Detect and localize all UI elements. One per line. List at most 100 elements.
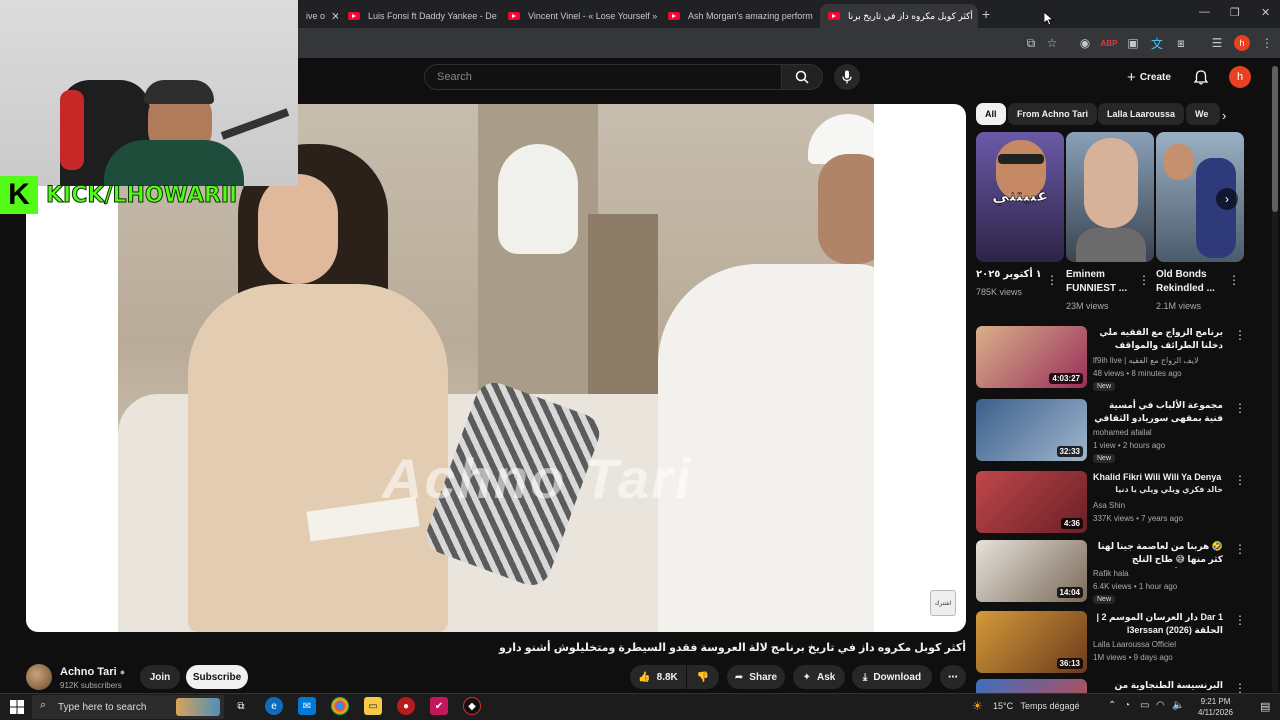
more-vert-icon[interactable]: ⋮ <box>1234 613 1246 627</box>
ask-button[interactable]: ✦ Ask <box>793 665 845 689</box>
list-item[interactable]: البرنسيسة الطنجاوية من التحدية فاتت الحد… <box>976 679 1246 693</box>
cast-icon[interactable]: ⧉ <box>1022 34 1040 52</box>
extension-icon[interactable]: ◉ <box>1076 34 1094 52</box>
close-icon[interactable]: ✕ <box>657 10 658 23</box>
file-explorer-icon[interactable]: ▭ <box>364 697 382 715</box>
channel-name[interactable]: Achno Tari ● <box>60 666 125 678</box>
browser-tab[interactable]: Luis Fonsi ft Daddy Yankee - De ✕ <box>340 4 498 28</box>
browser-tab[interactable]: Ash Morgan's amazing perform ✕ <box>660 4 818 28</box>
battery-icon[interactable]: ▭ <box>1140 700 1149 711</box>
browser-tab-active[interactable]: أكثر كوبل مكروه داز في تاريخ برنا ✕ <box>820 4 978 28</box>
windows-start-icon[interactable] <box>10 700 24 714</box>
volume-icon[interactable]: 🔈 <box>1172 700 1184 711</box>
short-thumbnail[interactable]: غبيتني <box>976 132 1064 262</box>
taskbar-clock[interactable]: 9:21 PM 4/11/2026 <box>1198 696 1233 718</box>
account-avatar[interactable]: h <box>1229 66 1251 88</box>
join-button[interactable]: Join <box>140 665 180 689</box>
video-thumbnail[interactable]: 4:03:27 <box>976 326 1087 388</box>
search-button[interactable] <box>781 64 823 90</box>
video-title[interactable]: مجموعة الألباب في أمسية فنية بمقهى سوريا… <box>1093 399 1223 427</box>
tray-chevron-icon[interactable]: ⌃ <box>1108 700 1116 711</box>
more-actions-button[interactable]: ⋯ <box>940 665 966 689</box>
video-thumbnail[interactable]: 4:36 <box>976 471 1087 533</box>
notification-center-icon[interactable]: ▤ <box>1260 700 1270 713</box>
app-icon[interactable]: ✔ <box>430 697 448 715</box>
adblock-extension-icon[interactable]: ABP <box>1100 34 1118 52</box>
more-vert-icon[interactable]: ⋮ <box>1234 542 1246 556</box>
channel-name[interactable]: Asa Shin <box>1093 501 1125 510</box>
more-vert-icon[interactable]: ⋮ <box>1234 328 1246 342</box>
search-input[interactable]: Search <box>424 64 782 90</box>
video-title[interactable]: Khalid Fikri Wili Wili Ya Denya <box>1093 471 1223 484</box>
dislike-button[interactable]: 👎 <box>687 665 719 689</box>
tray-app-icon[interactable]: ◔ <box>1124 700 1130 711</box>
video-thumbnail[interactable]: 32:33 <box>976 399 1087 461</box>
video-thumbnail[interactable] <box>976 679 1087 693</box>
video-thumbnail[interactable]: 14:04 <box>976 540 1087 602</box>
channel-name[interactable]: lf9ih live | لايف الزواج مع الفقيه <box>1093 356 1199 365</box>
video-thumbnail[interactable]: 36:13 <box>976 611 1087 673</box>
like-button[interactable]: 👍 8.8K <box>630 665 686 689</box>
channel-avatar[interactable] <box>26 664 52 690</box>
network-icon[interactable]: ◠ <box>1156 700 1165 711</box>
profile-avatar[interactable]: h <box>1234 35 1250 51</box>
chip-all[interactable]: All <box>976 103 1006 125</box>
close-window-icon[interactable]: ✕ <box>1261 6 1270 19</box>
more-vert-icon[interactable]: ⋮ <box>1234 401 1246 415</box>
chevron-right-icon[interactable]: › <box>1222 108 1226 123</box>
short-title[interactable]: Old Bonds Rekindled ... <box>1156 268 1230 296</box>
app-icon[interactable]: ◆ <box>463 697 481 715</box>
scrollbar-thumb[interactable] <box>1272 66 1278 212</box>
more-vert-icon[interactable]: ⋮ <box>1046 273 1058 287</box>
taskbar-search-input[interactable]: ⌕ Type here to search <box>32 695 224 719</box>
list-item[interactable]: 32:33 مجموعة الألباب في أمسية فنية بمقهى… <box>976 399 1246 463</box>
close-icon[interactable]: ✕ <box>497 10 498 23</box>
shorts-next-chevron-icon[interactable]: › <box>1216 188 1238 210</box>
short-title[interactable]: ١ أكتوبر ٢٠٢٥ <box>976 268 1050 282</box>
chip-partial[interactable]: We <box>1186 103 1220 125</box>
more-vert-icon[interactable]: ⋮ <box>1234 473 1246 487</box>
chrome-icon[interactable] <box>331 697 349 715</box>
short-thumbnail[interactable]: › <box>1156 132 1244 262</box>
browser-menu-icon[interactable]: ⋮ <box>1258 34 1276 52</box>
short-title[interactable]: Eminem FUNNIEST ... <box>1066 268 1140 296</box>
download-button[interactable]: ⤓ Download <box>852 665 932 689</box>
share-button[interactable]: ➦ Share <box>727 665 785 689</box>
close-icon[interactable]: ✕ <box>813 10 818 23</box>
chip-from-channel[interactable]: From Achno Tari <box>1008 103 1098 125</box>
short-thumbnail[interactable] <box>1066 132 1154 262</box>
extension-icon[interactable]: ▣ <box>1124 34 1142 52</box>
channel-name[interactable]: Lalla Laaroussa Officiel <box>1093 640 1176 649</box>
video-title[interactable]: Dar 1 دار العرسان الموسم 2 | الحلقة l3er… <box>1093 611 1223 637</box>
translate-extension-icon[interactable]: 文 <box>1148 34 1166 52</box>
video-title[interactable]: برنامج الزواج مع الفقيه ملي دخلنا الطرائ… <box>1093 326 1223 354</box>
voice-search-button[interactable] <box>834 64 860 90</box>
bookmark-star-icon[interactable]: ☆ <box>1043 34 1061 52</box>
notifications-button[interactable] <box>1190 66 1212 88</box>
channel-name[interactable]: Rafik hala <box>1093 569 1129 578</box>
video-title[interactable]: 🤣 هربنا من لعاصمة جينا لهنا كثر منها 😅 ط… <box>1093 540 1223 568</box>
task-view-icon[interactable]: ⧉ <box>232 697 250 715</box>
video-title[interactable]: البرنسيسة الطنجاوية من التحدية فاتت الحد… <box>1093 679 1223 693</box>
close-icon[interactable]: ✕ <box>973 10 978 23</box>
puzzle-extensions-icon[interactable]: ⧆ <box>1172 34 1190 52</box>
channel-name[interactable]: mohamed afailal <box>1093 428 1152 437</box>
restore-icon[interactable]: ❐ <box>1230 6 1240 19</box>
list-item[interactable]: 4:36 Khalid Fikri Wili Wili Ya Denya خال… <box>976 471 1246 535</box>
browser-tab[interactable]: Vincent Vinel - « Lose Yourself » ✕ <box>500 4 658 28</box>
list-item[interactable]: 4:03:27 برنامج الزواج مع الفقيه ملي دخلن… <box>976 326 1246 391</box>
more-vert-icon[interactable]: ⋮ <box>1234 681 1246 693</box>
edge-icon[interactable]: e <box>265 697 283 715</box>
list-item[interactable]: 14:04 🤣 هربنا من لعاصمة جينا لهنا كثر من… <box>976 540 1246 604</box>
close-icon[interactable]: ✕ <box>325 10 338 23</box>
minimize-icon[interactable]: — <box>1199 6 1210 18</box>
subscribe-button[interactable]: Subscribe <box>186 665 248 689</box>
browser-tab[interactable]: ive o ✕ <box>298 4 338 28</box>
create-button[interactable]: + Create <box>1120 64 1178 90</box>
page-scrollbar[interactable] <box>1272 66 1278 692</box>
weather-widget[interactable]: 15°C Temps dégagé <box>993 701 1080 711</box>
more-vert-icon[interactable]: ⋮ <box>1228 273 1240 287</box>
outlook-icon[interactable]: ✉ <box>298 697 316 715</box>
chip-lalla-laaroussa[interactable]: Lalla Laaroussa <box>1098 103 1185 125</box>
new-tab-icon[interactable]: + <box>982 6 990 22</box>
